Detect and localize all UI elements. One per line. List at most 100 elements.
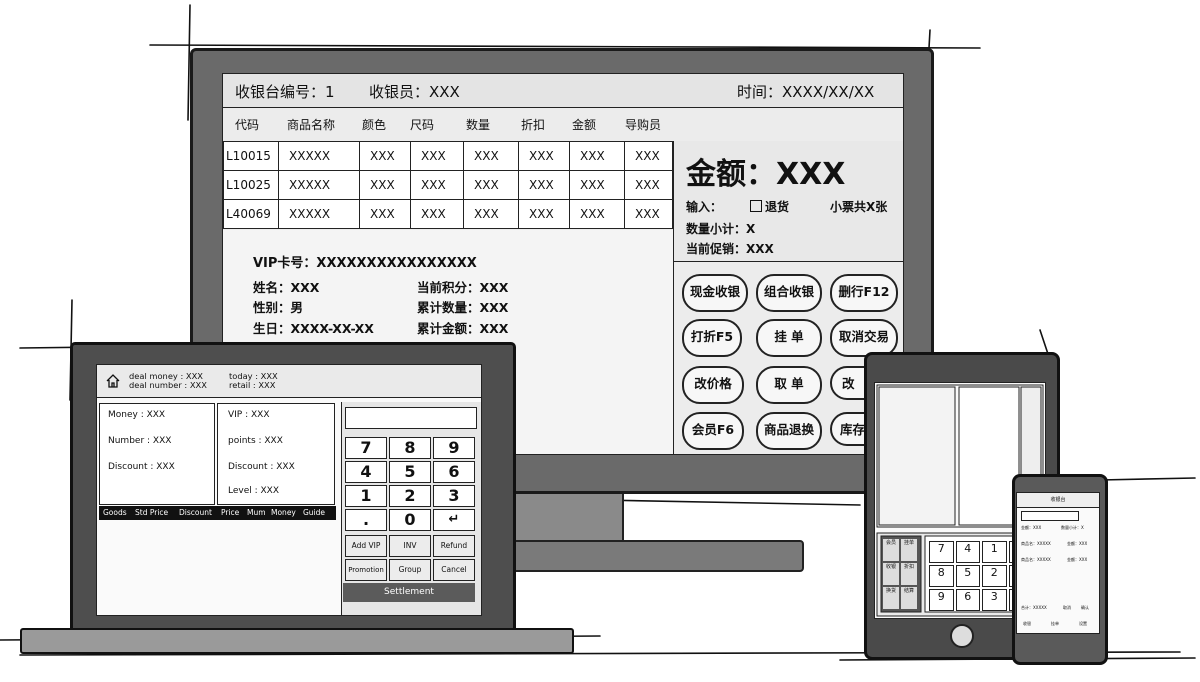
tablet-key-2[interactable]: 2 xyxy=(982,565,1007,587)
table-cell: L40069 xyxy=(223,199,279,229)
table-cell: XXX xyxy=(463,141,519,171)
table-cell: XXXXX xyxy=(278,199,360,229)
col-price: Price xyxy=(221,508,240,517)
vip-card-number: VIP卡号：XXXXXXXXXXXXXXXX xyxy=(253,256,477,271)
table-cell: XXX xyxy=(463,170,519,200)
tablet-key-7[interactable]: 7 xyxy=(929,541,954,563)
table-row[interactable]: L10015 XXXXX XXX XXX XXX XXX XXX XXX xyxy=(223,141,673,171)
table-cell: XXX xyxy=(410,141,464,171)
table-cell: XXX xyxy=(624,170,673,200)
key-3[interactable]: 3 xyxy=(433,485,475,507)
combo-checkout-button[interactable]: 组合收银 xyxy=(756,274,822,312)
col-size: 尺码 xyxy=(410,118,435,132)
laptop-screen: deal money : XXX deal number : XXX today… xyxy=(96,364,482,616)
phone-total: 合计：XXXXX xyxy=(1021,605,1047,610)
phone-search-input[interactable] xyxy=(1021,511,1079,521)
laptop-base xyxy=(20,628,574,654)
amount-input[interactable] xyxy=(345,407,477,429)
col-guide: Guide xyxy=(303,508,326,517)
phone-item-1: 商品名：XXXXX xyxy=(1021,541,1051,546)
table-cell: XXX xyxy=(518,199,570,229)
key-0[interactable]: 0 xyxy=(389,509,431,531)
key-1[interactable]: 1 xyxy=(345,485,387,507)
refund-button[interactable]: Refund xyxy=(433,535,475,557)
tablet-key-6[interactable]: 6 xyxy=(955,589,980,611)
vip-total-qty: 累计数量：XXX xyxy=(417,300,509,315)
retrieve-order-button[interactable]: 取 单 xyxy=(756,366,822,404)
vip-total-amount: 累计金额：XXX xyxy=(417,321,509,336)
discount-button[interactable]: 打折F5 xyxy=(682,319,742,357)
input-label: 输入： xyxy=(686,200,723,214)
change-price-button[interactable]: 改价格 xyxy=(682,366,744,404)
item-table-header: 代码 商品名称 颜色 尺码 数量 折扣 金额 导购员 xyxy=(223,108,903,140)
key-8[interactable]: 8 xyxy=(389,437,431,459)
vip-panel: VIP : XXX points : XXX Discount : XXX Le… xyxy=(217,403,335,505)
table-cell: XXXXX xyxy=(278,170,360,200)
qty-subtotal: 数量小计：X xyxy=(686,222,756,236)
vip-birthday: 生日：XXXX-XX-XX xyxy=(253,321,374,336)
table-cell: XXX xyxy=(463,199,519,229)
col-code: 代码 xyxy=(235,118,260,132)
current-time: 时间：XXXX/XX/XX xyxy=(737,83,875,101)
tablet-settle-button[interactable]: 结算 xyxy=(901,587,917,609)
tablet-exchange-button[interactable]: 换货 xyxy=(883,587,899,609)
tablet-key-1[interactable]: 1 xyxy=(982,541,1007,563)
key-4[interactable]: 4 xyxy=(345,461,387,483)
tablet-key-9[interactable]: 9 xyxy=(929,589,954,611)
table-cell: XXXXX xyxy=(278,141,360,171)
inv-button[interactable]: INV xyxy=(389,535,431,557)
summary-money: Money : XXX xyxy=(108,410,166,420)
tablet-home-button[interactable] xyxy=(950,624,974,648)
promotion-button[interactable]: Promotion xyxy=(345,559,387,581)
phone-confirm-button[interactable]: 确认 xyxy=(1081,605,1089,611)
delete-line-button[interactable]: 删行F12 xyxy=(830,274,898,312)
tablet-key-5[interactable]: 5 xyxy=(955,565,980,587)
tablet-key-4[interactable]: 4 xyxy=(955,541,980,563)
col-std-price: Std Price xyxy=(135,508,169,517)
key-9[interactable]: 9 xyxy=(433,437,475,459)
phone-tab-checkout[interactable]: 收银 xyxy=(1023,621,1031,627)
table-row[interactable]: L10025 XXXXX XXX XXX XXX XXX XXX XXX xyxy=(223,170,673,200)
member-button[interactable]: 会员F6 xyxy=(682,412,744,450)
cash-checkout-button[interactable]: 现金收银 xyxy=(682,274,748,312)
key-6[interactable]: 6 xyxy=(433,461,475,483)
table-cell: XXX xyxy=(569,199,625,229)
phone-tab-hold[interactable]: 挂单 xyxy=(1051,621,1059,627)
deal-number: deal number : XXX xyxy=(129,380,207,390)
receipt-count: 小票共X张 xyxy=(830,200,888,214)
key-5[interactable]: 5 xyxy=(389,461,431,483)
key-7[interactable]: 7 xyxy=(345,437,387,459)
summary-panel: Money : XXX Number : XXX Discount : XXX xyxy=(99,403,215,505)
table-cell: XXX xyxy=(624,199,673,229)
col-mum: Mum xyxy=(247,508,266,517)
return-label: 退货 xyxy=(765,200,790,214)
tablet-key-8[interactable]: 8 xyxy=(929,565,954,587)
register-number: 收银台编号：1 xyxy=(235,83,335,101)
col-guide: 导购员 xyxy=(625,118,662,132)
col-name: 商品名称 xyxy=(287,118,336,132)
col-goods: Goods xyxy=(103,508,127,517)
enter-key-icon[interactable]: ↵ xyxy=(433,509,475,531)
group-button[interactable]: Group xyxy=(389,559,431,581)
tablet-checkout-button[interactable]: 收银 xyxy=(883,563,899,585)
tablet-key-3[interactable]: 3 xyxy=(982,589,1007,611)
home-icon[interactable] xyxy=(105,373,121,389)
phone-cancel-button[interactable]: 取消 xyxy=(1063,605,1071,611)
total-amount: 金额：XXX xyxy=(686,157,846,192)
hold-order-button[interactable]: 挂 单 xyxy=(756,319,822,357)
table-cell: XXX xyxy=(359,199,411,229)
tablet-member-button[interactable]: 会员 xyxy=(883,539,899,561)
phone-title: 收银台 xyxy=(1017,493,1099,508)
return-checkbox[interactable]: 退货 xyxy=(750,198,789,215)
table-cell: XXX xyxy=(518,141,570,171)
table-row[interactable]: L40069 XXXXX XXX XXX XXX XXX XXX XXX xyxy=(223,199,673,229)
tablet-hold-button[interactable]: 挂单 xyxy=(901,539,917,561)
key-2[interactable]: 2 xyxy=(389,485,431,507)
settlement-button[interactable]: Settlement xyxy=(343,583,475,602)
add-vip-button[interactable]: Add VIP xyxy=(345,535,387,557)
cancel-button[interactable]: Cancel xyxy=(433,559,475,581)
tablet-discount-button[interactable]: 折扣 xyxy=(901,563,917,585)
key-dot[interactable]: . xyxy=(345,509,387,531)
goods-exchange-button[interactable]: 商品退换 xyxy=(756,412,822,450)
phone-tab-settings[interactable]: 设置 xyxy=(1079,621,1087,627)
